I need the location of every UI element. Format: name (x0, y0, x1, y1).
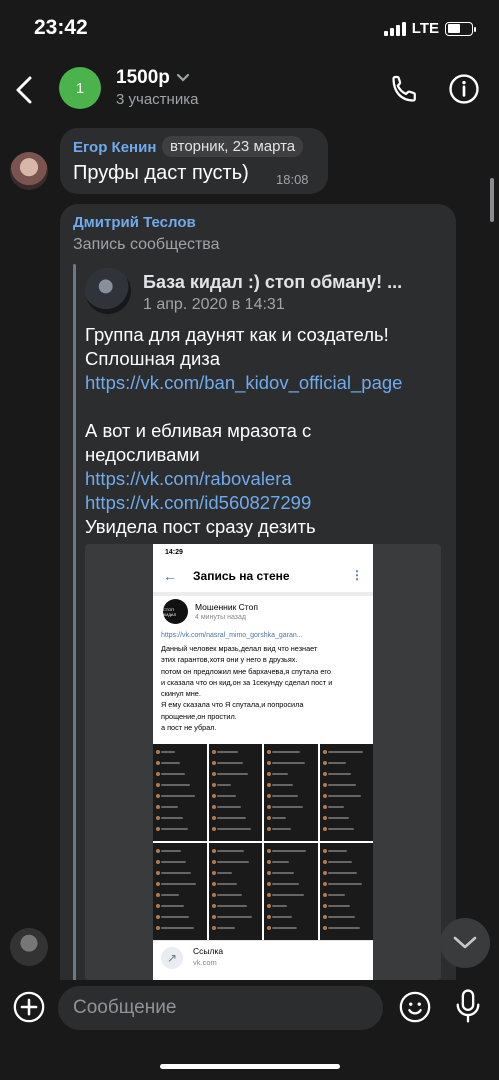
repost-label: Запись сообщества (73, 236, 220, 253)
photo-thumbnail (153, 744, 207, 841)
post-text-line: А вот и ебливая мразота с (85, 420, 312, 441)
post-link[interactable]: https://vk.com/id560827299 (85, 491, 445, 515)
photo-link-card: ↗ Ссылка vk.com (153, 940, 373, 980)
photo-body-line: потом он предложил мне бархачева,я спута… (161, 666, 331, 676)
photo-body: Данный человек мразь,делал вид что незна… (161, 643, 369, 733)
chat-avatar[interactable]: 1 (59, 67, 101, 109)
photo-author: Мошенник Стоп (195, 602, 258, 612)
message-sender[interactable]: Дмитрий Теслов (73, 214, 196, 231)
photo-link-url: vk.com (193, 958, 217, 967)
scrollbar[interactable] (490, 178, 494, 222)
date-separator: вторник, 23 марта (162, 136, 304, 157)
network-type: LTE (411, 20, 439, 37)
photo-body-line: Данный человек мразь,делал вид что незна… (161, 644, 318, 653)
avatar[interactable] (10, 928, 48, 966)
photo-body-line: прощение,он простил. (161, 711, 237, 721)
more-icon: ⋮ (351, 568, 363, 582)
post-link[interactable]: https://vk.com/rabovalera (85, 467, 445, 491)
post-text-line: недосливами (85, 444, 200, 465)
chat-title-button[interactable]: 1500р (116, 67, 190, 89)
photo-body-line: этих гарантов,хотя они у него в друзьях. (161, 655, 298, 665)
photo-body-line: а пост не убрал. (161, 723, 217, 733)
photo-body-line: и сказала что он кид,он за 1секунду сдел… (161, 677, 333, 687)
back-arrow-icon (16, 76, 32, 104)
photo-status-time: 14:29 (165, 549, 183, 556)
back-button[interactable] (8, 70, 44, 110)
photo-thumbnail (319, 744, 373, 841)
phone-icon (392, 75, 416, 102)
status-indicators: LTE (383, 20, 476, 37)
emoji-button[interactable] (398, 990, 432, 1024)
photo-header-title: Запись на стене (193, 569, 290, 583)
photo-link-title: Ссылка (193, 946, 224, 956)
photo-body-line: Я ему сказала что Я спутала,и попросила (161, 700, 304, 710)
back-arrow-icon: ← (163, 568, 177, 584)
message-input[interactable]: Сообщение (58, 986, 383, 1030)
mic-icon (456, 989, 480, 1023)
emoji-icon (399, 991, 431, 1023)
photo-thumbnail (153, 843, 207, 940)
message-sender[interactable]: Егор Кенин (73, 139, 156, 156)
post-text-line: Сплошная диза (85, 348, 221, 369)
photo-body-line: скинул мне. (161, 689, 201, 699)
chat-members-count: 3 участника (116, 91, 199, 108)
photo-thumbnail (264, 843, 318, 940)
photo-thumbnail (264, 744, 318, 841)
post-link[interactable]: https://vk.com/ban_kidov_official_page (85, 371, 445, 395)
chevron-down-icon (176, 73, 189, 82)
photo-screenshot[interactable]: 14:29 ← Запись на стене ⋮ СТОП КИДАЛ Мош… (153, 544, 373, 980)
photo-thumbnail (208, 843, 262, 940)
plus-icon (13, 991, 45, 1023)
photo-thumbnail (208, 744, 262, 841)
info-icon (449, 74, 479, 104)
attach-button[interactable] (12, 990, 46, 1024)
post-text-line: Увидела пост сразу дезить (85, 516, 316, 537)
community-avatar[interactable] (85, 268, 131, 314)
scroll-down-button[interactable] (440, 918, 490, 968)
battery-icon (445, 21, 476, 36)
photo-time-ago: 4 минуты назад (195, 614, 246, 621)
message-time: 18:08 (276, 172, 309, 187)
photo-thumbnails-grid (153, 744, 373, 940)
call-button[interactable] (388, 72, 422, 106)
message-text: Пруфы даст пусть) (73, 162, 249, 184)
post-text-line: Группа для даунят как и создатель! (85, 324, 389, 345)
signal-icon (383, 21, 406, 36)
photo-author-avatar: СТОП КИДАЛ (163, 599, 188, 624)
photo-link: https://vk.com/nasral_mimo_gorshka_garan… (161, 632, 303, 639)
chevron-down-icon (453, 936, 477, 949)
photo-thumbnail (319, 843, 373, 940)
info-button[interactable] (447, 72, 481, 106)
repost-date: 1 апр. 2020 в 14:31 (143, 296, 285, 313)
home-indicator (160, 1064, 340, 1069)
avatar[interactable] (10, 152, 48, 190)
voice-message-button[interactable] (452, 988, 484, 1024)
status-time: 23:42 (34, 16, 88, 39)
community-name[interactable]: База кидал :) стоп обману! ... (143, 272, 433, 293)
repost-indicator (73, 264, 76, 984)
link-arrow-icon: ↗ (161, 947, 183, 969)
chat-title: 1500р (116, 67, 170, 88)
